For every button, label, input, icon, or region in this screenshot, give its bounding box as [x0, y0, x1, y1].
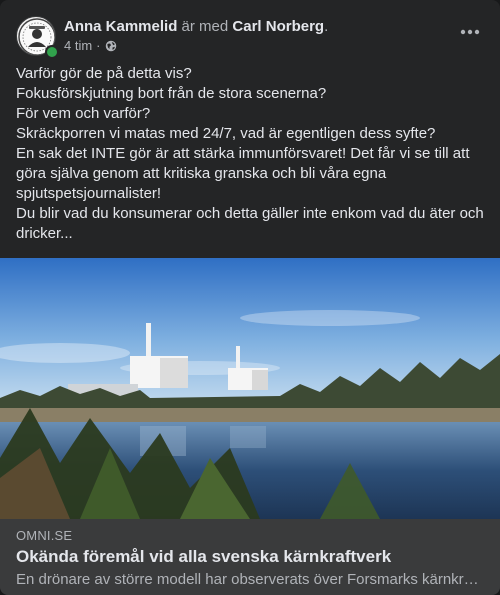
- post-card: Anna Kammelid är med Carl Norberg. 4 tim…: [0, 0, 500, 595]
- post-timestamp[interactable]: 4 tim: [64, 38, 92, 54]
- post-text-line: En sak det INTE gör är att stärka immunf…: [16, 145, 474, 202]
- link-title[interactable]: Okända föremål vid alla svenska kärnkraf…: [16, 547, 391, 567]
- post-text-line: Fokusförskjutning bort från de stora sce…: [16, 85, 327, 102]
- post-text-line: Du blir vad du konsumerar och detta gäll…: [16, 205, 488, 242]
- online-status-indicator: [45, 45, 59, 59]
- link-preview-image[interactable]: [0, 258, 500, 519]
- post-text: Varför gör de på detta vis? Fokusförskju…: [16, 64, 486, 244]
- more-options-button[interactable]: [452, 14, 488, 50]
- more-options-icon: [460, 29, 480, 35]
- globe-icon[interactable]: [105, 40, 117, 52]
- post-text-line: Skräckporren vi matas med 24/7, vad är e…: [16, 125, 436, 142]
- post-meta: 4 tim ·: [64, 38, 117, 54]
- link-domain: OMNI.SE: [16, 528, 73, 543]
- post-text-line: Varför gör de på detta vis?: [16, 65, 192, 82]
- post-header: Anna Kammelid är med Carl Norberg. 4 tim…: [16, 16, 484, 59]
- link-preview[interactable]: OMNI.SE Okända föremål vid alla svenska …: [0, 519, 500, 595]
- post-text-line: För vem och varför?: [16, 105, 151, 122]
- tagged-person[interactable]: Carl Norberg: [232, 18, 324, 35]
- tagged-suffix: .: [324, 18, 329, 35]
- author-name[interactable]: Anna Kammelid: [64, 18, 177, 35]
- with-text: är med: [181, 18, 229, 35]
- author-line: Anna Kammelid är med Carl Norberg.: [64, 17, 328, 37]
- link-description: En drönare av större modell har observer…: [16, 571, 482, 588]
- meta-separator: ·: [96, 38, 101, 53]
